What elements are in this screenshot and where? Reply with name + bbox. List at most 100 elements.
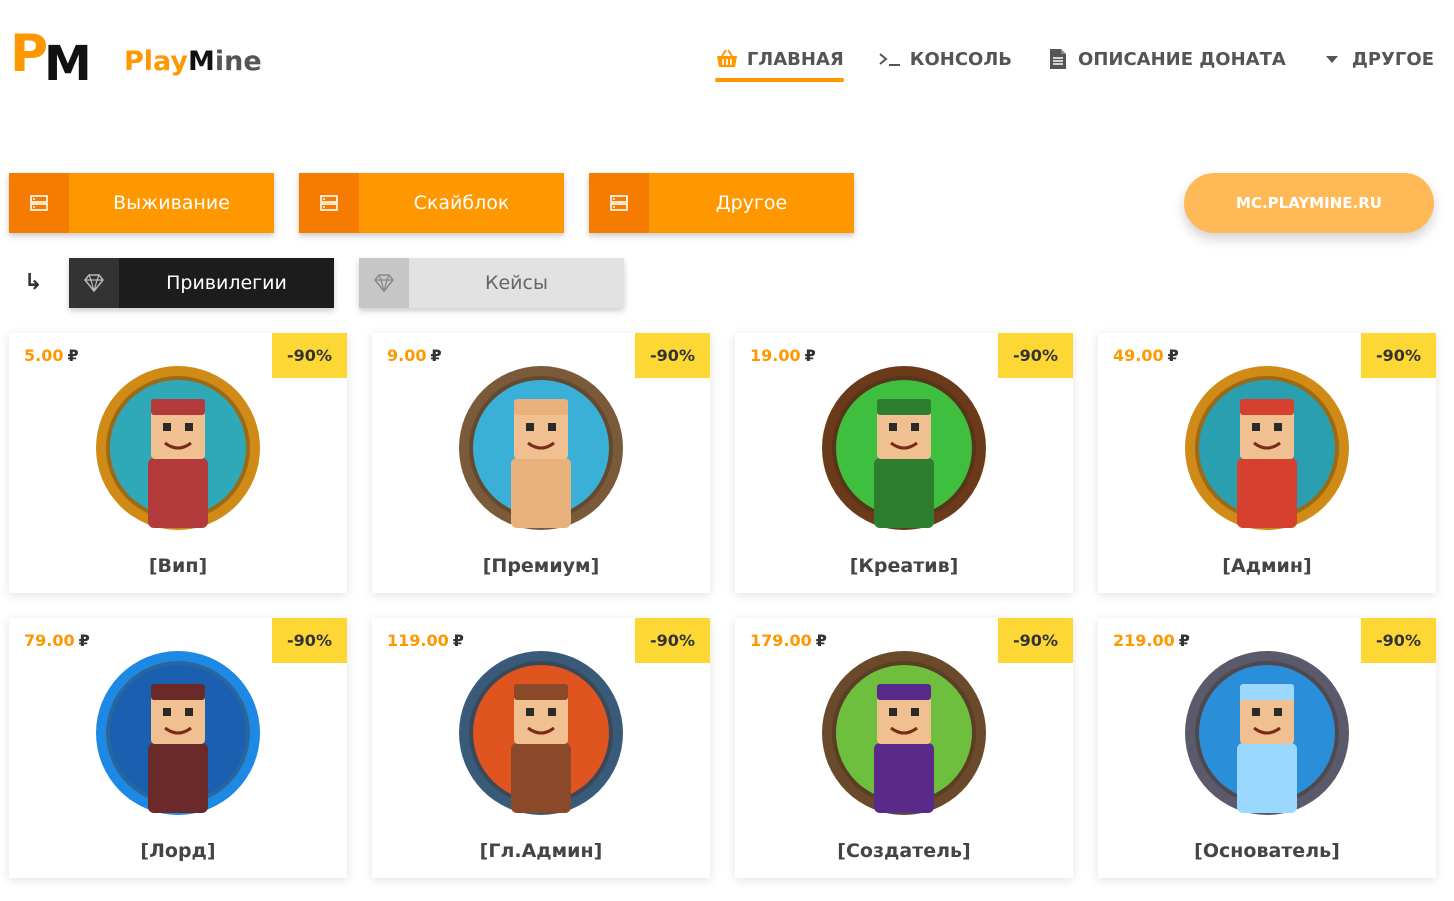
avatar-eye-left (1252, 708, 1260, 716)
avatar-hair (151, 399, 205, 415)
avatar-hair (1240, 684, 1294, 700)
currency-symbol: ₽ (804, 346, 816, 365)
category-cases[interactable]: Кейсы (359, 258, 624, 308)
product-name: [Гл.Админ] (479, 840, 603, 862)
main-nav: ГЛАВНАЯ КОНСОЛЬ ОПИСАНИЕ ДОНАТА ДРУГОЕ (714, 48, 1434, 82)
nav-item-home[interactable]: ГЛАВНАЯ (714, 48, 844, 82)
terminal-icon (878, 48, 902, 70)
avatar-body (874, 743, 934, 813)
currency-symbol: ₽ (67, 346, 79, 365)
avatar-hair (877, 684, 931, 700)
product-card[interactable]: 79.00 ₽ -90% [Лорд] (9, 618, 347, 878)
product-card[interactable]: 179.00 ₽ -90% [Создатель] (735, 618, 1073, 878)
server-icon (299, 173, 359, 233)
product-grid: 5.00 ₽ -90% [Вип] 9.00 ₽ -90% [Премиум] … (9, 333, 1436, 878)
discount-badge: -90% (1361, 618, 1436, 663)
product-avatar-image (822, 366, 986, 530)
server-button-label: Другое (715, 192, 788, 214)
logo-mark-m: M (44, 36, 92, 92)
server-button-survival[interactable]: Выживание (9, 173, 274, 233)
caret-down-icon (1320, 48, 1344, 70)
product-name: [Создатель] (837, 840, 971, 862)
product-card[interactable]: 219.00 ₽ -90% [Основатель] (1098, 618, 1436, 878)
basket-icon (715, 48, 739, 70)
product-avatar-image (822, 651, 986, 815)
product-avatar-image (1185, 651, 1349, 815)
avatar-eye-right (548, 708, 556, 716)
server-button-other[interactable]: Другое (589, 173, 854, 233)
nav-item-console[interactable]: КОНСОЛЬ (878, 48, 1012, 80)
avatar-eye-right (911, 708, 919, 716)
avatar-body (511, 743, 571, 813)
server-button-skyblock[interactable]: Скайблок (299, 173, 564, 233)
diamond-icon (69, 258, 119, 308)
avatar-eye-left (526, 423, 534, 431)
currency-symbol: ₽ (78, 631, 90, 650)
avatar-body (1237, 743, 1297, 813)
avatar-hair (877, 399, 931, 415)
nav-item-label: ОПИСАНИЕ ДОНАТА (1078, 48, 1286, 70)
discount-badge: -90% (998, 618, 1073, 663)
avatar-body (1237, 458, 1297, 528)
currency-symbol: ₽ (1167, 346, 1179, 365)
avatar-hair (151, 684, 205, 700)
product-name: [Основатель] (1194, 840, 1340, 862)
product-price: 79.00 ₽ (24, 631, 90, 650)
avatar-eye-left (163, 423, 171, 431)
avatar-eye-left (889, 708, 897, 716)
product-card[interactable]: 49.00 ₽ -90% [Админ] (1098, 333, 1436, 593)
product-card[interactable]: 19.00 ₽ -90% [Креатив] (735, 333, 1073, 593)
diamond-icon (359, 258, 409, 308)
product-avatar-image (96, 366, 260, 530)
server-icon (589, 173, 649, 233)
avatar-hair (514, 684, 568, 700)
product-avatar-image (459, 651, 623, 815)
product-card[interactable]: 9.00 ₽ -90% [Премиум] (372, 333, 710, 593)
product-card[interactable]: 5.00 ₽ -90% [Вип] (9, 333, 347, 593)
category-label: Кейсы (485, 272, 548, 294)
logo-text-play: Play (124, 46, 189, 77)
avatar-eye-right (911, 423, 919, 431)
product-name: [Лорд] (140, 840, 216, 862)
avatar-body (874, 458, 934, 528)
product-name: [Премиум] (482, 555, 600, 577)
product-avatar-image (96, 651, 260, 815)
avatar-body (148, 458, 208, 528)
product-name: [Вип] (148, 555, 208, 577)
product-name: [Админ] (1222, 555, 1312, 577)
category-privileges[interactable]: Привилегии (69, 258, 334, 308)
nav-item-donate-description[interactable]: ОПИСАНИЕ ДОНАТА (1046, 48, 1286, 80)
avatar-hair (1240, 399, 1294, 415)
server-icon (9, 173, 69, 233)
discount-badge: -90% (272, 618, 347, 663)
product-card[interactable]: 119.00 ₽ -90% [Гл.Админ] (372, 618, 710, 878)
discount-badge: -90% (635, 333, 710, 378)
avatar-eye-right (185, 423, 193, 431)
product-price: 19.00 ₽ (750, 346, 816, 365)
arrow-right-icon: ↳ (24, 270, 43, 295)
product-price: 179.00 ₽ (750, 631, 827, 650)
currency-symbol: ₽ (430, 346, 442, 365)
logo-text-m: M (188, 46, 215, 77)
avatar-body (511, 458, 571, 528)
avatar-eye-left (889, 423, 897, 431)
discount-badge: -90% (635, 618, 710, 663)
server-ip-button[interactable]: MC.PLAYMINE.RU (1184, 173, 1434, 233)
avatar-eye-right (185, 708, 193, 716)
nav-item-label: ГЛАВНАЯ (746, 48, 844, 70)
nav-item-other[interactable]: ДРУГОЕ (1320, 48, 1434, 80)
nav-item-label: ДРУГОЕ (1351, 48, 1434, 70)
nav-item-label: КОНСОЛЬ (909, 48, 1013, 70)
product-price: 9.00 ₽ (387, 346, 442, 365)
product-price: 219.00 ₽ (1113, 631, 1190, 650)
product-name: [Креатив] (849, 555, 959, 577)
avatar-body (148, 743, 208, 813)
product-price: 49.00 ₽ (1113, 346, 1179, 365)
discount-badge: -90% (1361, 333, 1436, 378)
avatar-eye-right (1274, 708, 1282, 716)
discount-badge: -90% (998, 333, 1073, 378)
logo-mark-p: P (10, 24, 49, 84)
document-icon (1046, 48, 1070, 70)
avatar-hair (514, 399, 568, 415)
logo-text: PlayMine (124, 46, 262, 77)
